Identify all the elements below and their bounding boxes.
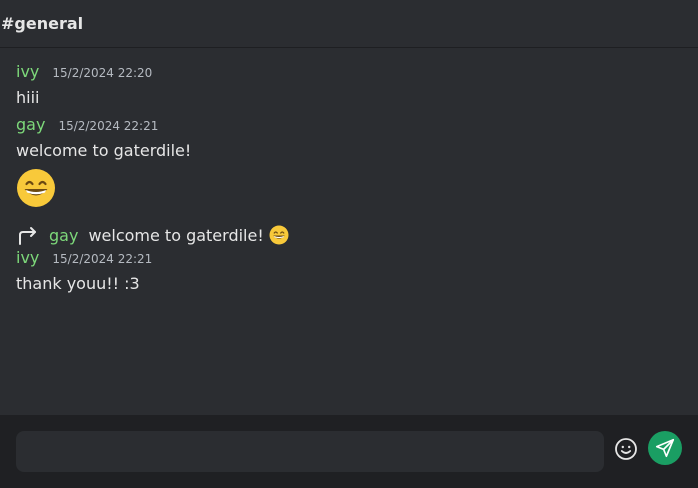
message-meta: ivy 15/2/2024 22:21	[16, 248, 682, 272]
message: gay welcome to gaterdile! ivy 15/2/2024 …	[16, 222, 682, 296]
chat-app: #general ivy 15/2/2024 22:20 hiii gay 15…	[0, 0, 698, 488]
grinning-emoji-icon	[17, 169, 55, 207]
reply-text: welcome to gaterdile!	[88, 225, 264, 245]
message-author[interactable]: ivy	[16, 248, 39, 267]
message: gay 15/2/2024 22:21 welcome to gaterdile…	[16, 115, 682, 212]
message-content: hiii	[16, 88, 40, 107]
send-button[interactable]	[648, 431, 682, 465]
message: ivy 15/2/2024 22:20 hiii	[16, 62, 682, 110]
smiley-icon	[615, 438, 637, 460]
message-content: welcome to gaterdile!	[16, 141, 192, 160]
message-author[interactable]: ivy	[16, 62, 39, 81]
message-list: ivy 15/2/2024 22:20 hiii gay 15/2/2024 2…	[16, 62, 682, 296]
message-composer	[0, 415, 698, 488]
message-content: thank youu!! :3	[16, 274, 140, 293]
message-timestamp: 15/2/2024 22:21	[58, 119, 159, 133]
message-author[interactable]: gay	[16, 115, 45, 134]
channel-header: #general	[0, 0, 698, 48]
message-meta: ivy 15/2/2024 22:20	[16, 62, 682, 86]
reply-arrow-icon	[19, 227, 36, 245]
emoji-button[interactable]	[612, 435, 640, 463]
message-timestamp: 15/2/2024 22:20	[52, 66, 153, 80]
reply-preview[interactable]: gay welcome to gaterdile!	[16, 222, 682, 248]
channel-title: #general	[1, 14, 84, 33]
paper-plane-icon	[655, 438, 675, 458]
grinning-emoji-icon	[269, 225, 289, 245]
message-input[interactable]	[16, 431, 604, 472]
reply-author[interactable]: gay	[49, 226, 78, 245]
message-meta: gay 15/2/2024 22:21	[16, 115, 682, 139]
message-timestamp: 15/2/2024 22:21	[52, 252, 153, 266]
